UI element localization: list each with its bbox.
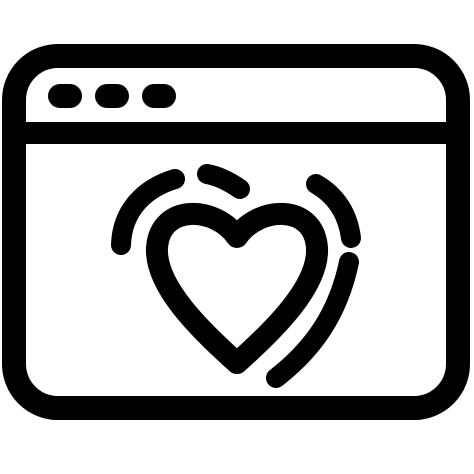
pulse-arc-top-icon [197,164,250,199]
browser-heart-icon [2,44,470,420]
heart-icon [146,203,328,374]
icon-canvas [0,0,474,474]
